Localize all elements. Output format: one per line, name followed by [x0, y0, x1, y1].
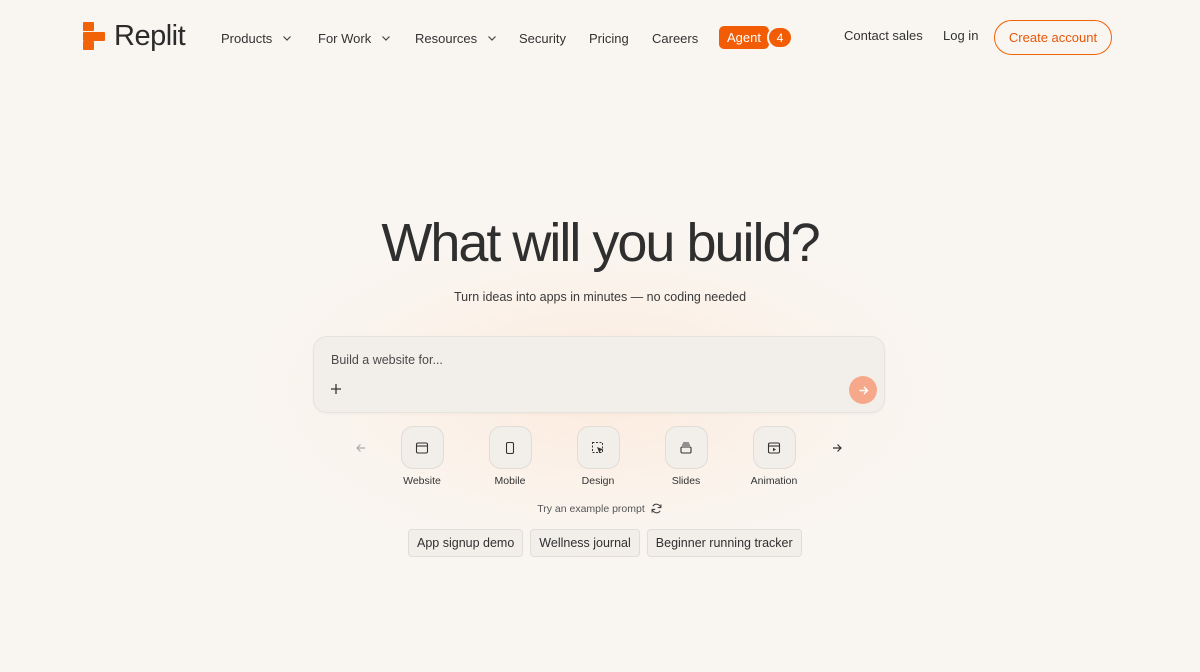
chevron-down-icon: [281, 32, 293, 44]
replit-logo-icon: [83, 22, 105, 50]
example-chip[interactable]: App signup demo: [408, 529, 524, 557]
plus-icon[interactable]: [329, 382, 343, 396]
category-slides[interactable]: Slides: [656, 426, 716, 487]
example-prompt-row: Try an example prompt: [0, 502, 1200, 515]
main-nav: Products For Work Resources Security Pri…: [221, 29, 712, 47]
top-navigation: Replit Products For Work Resources Secur…: [0, 0, 1200, 74]
refresh-icon[interactable]: [650, 502, 663, 515]
create-account-button[interactable]: Create account: [994, 20, 1112, 55]
arrow-right-icon: [833, 444, 842, 452]
page-title: What will you build?: [381, 213, 820, 273]
carousel-next-button[interactable]: [830, 441, 844, 455]
nav-item-careers[interactable]: Careers: [652, 31, 712, 46]
page-subtitle: Turn ideas into apps in minutes — no cod…: [453, 290, 747, 304]
brand-name: Replit: [114, 19, 186, 52]
example-prompt-chips: App signup demo Wellness journal Beginne…: [408, 529, 809, 557]
category-label: Animation: [750, 475, 798, 487]
category-design[interactable]: Design: [568, 426, 628, 487]
nav-item-label: Security: [519, 30, 566, 46]
design-cursor-icon: [576, 426, 620, 469]
phone-icon: [488, 426, 532, 469]
replit-logo[interactable]: Replit: [83, 19, 186, 53]
example-prompt-label: Try an example prompt: [537, 502, 645, 515]
example-chip[interactable]: Beginner running tracker: [646, 529, 802, 557]
nav-item-label: For Work: [318, 30, 372, 46]
nav-item-resources[interactable]: Resources: [415, 31, 519, 46]
nav-item-products[interactable]: Products: [221, 31, 318, 46]
category-animation[interactable]: Animation: [744, 426, 804, 487]
log-in-link[interactable]: Log in: [943, 28, 978, 43]
nav-item-label: Pricing: [589, 30, 629, 46]
category-label: Slides: [671, 475, 701, 487]
example-chip[interactable]: Wellness journal: [530, 529, 640, 557]
category-website[interactable]: Website: [392, 426, 452, 487]
nav-item-security[interactable]: Security: [519, 31, 589, 46]
slides-stack-icon: [664, 426, 708, 469]
agent-nav-link[interactable]: Agent 4: [719, 26, 793, 49]
nav-item-pricing[interactable]: Pricing: [589, 31, 652, 46]
browser-window-icon: [400, 426, 444, 469]
category-label: Mobile: [494, 475, 526, 487]
category-mobile[interactable]: Mobile: [480, 426, 540, 487]
chevron-down-icon: [486, 32, 498, 44]
category-label: Design: [581, 475, 615, 487]
agent-label: Agent: [719, 26, 769, 49]
contact-sales-link[interactable]: Contact sales: [844, 28, 923, 43]
nav-item-for-work[interactable]: For Work: [318, 31, 415, 46]
prompt-box: [313, 336, 885, 413]
arrow-right-icon: [859, 386, 868, 394]
category-label: Website: [403, 475, 441, 487]
agent-badge: 4: [766, 26, 793, 49]
nav-item-label: Products: [221, 30, 273, 46]
nav-item-label: Careers: [652, 30, 699, 46]
chevron-down-icon: [380, 32, 392, 44]
nav-item-label: Resources: [415, 30, 478, 46]
prompt-input[interactable]: [331, 351, 831, 369]
carousel-prev-button[interactable]: [354, 441, 368, 455]
animation-play-icon: [752, 426, 796, 469]
send-button[interactable]: [849, 376, 877, 404]
arrow-left-icon: [356, 444, 365, 452]
